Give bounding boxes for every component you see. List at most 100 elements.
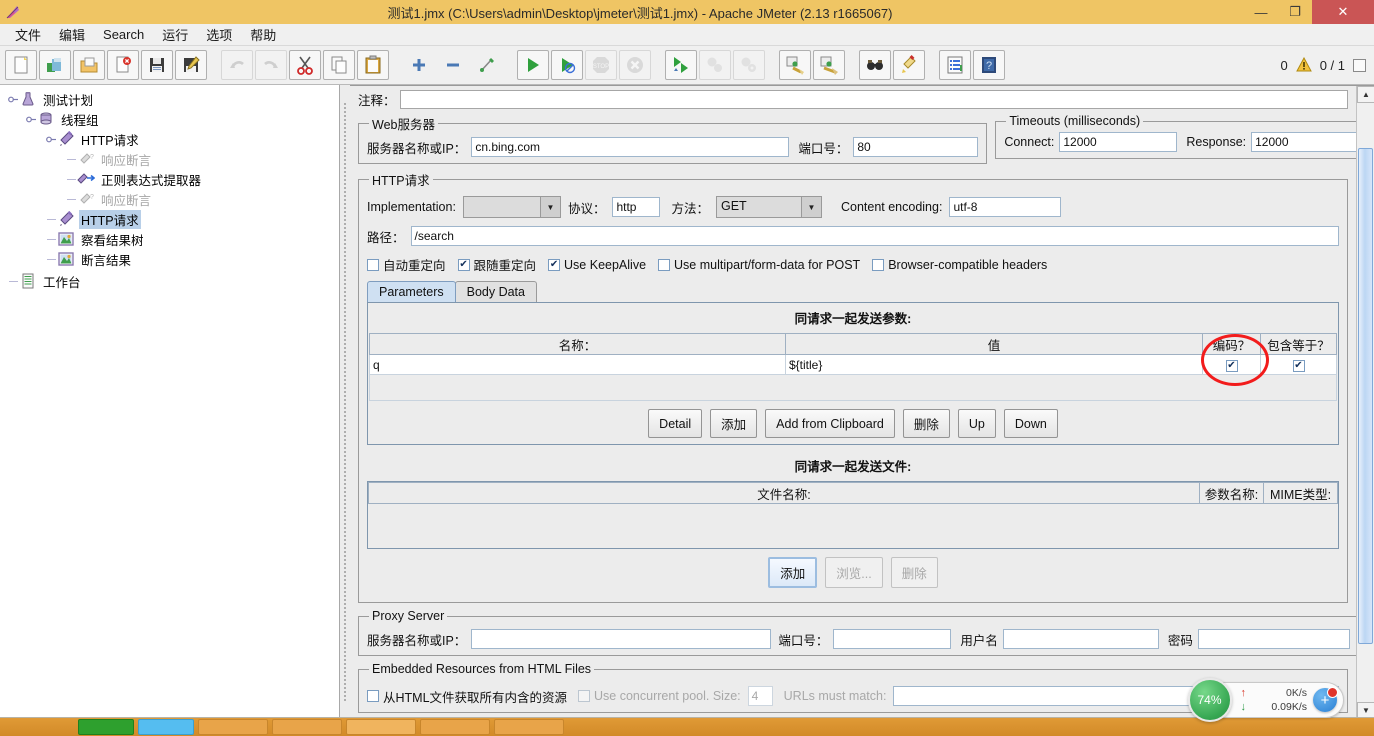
taskbar-item-6[interactable] xyxy=(420,719,490,735)
save-as-icon[interactable] xyxy=(175,50,207,80)
taskbar-start-icon[interactable] xyxy=(40,719,74,735)
cpu-percent-badge[interactable]: 74% xyxy=(1187,678,1232,722)
tree-node-view-results-tree[interactable]: 察看结果树 xyxy=(6,229,339,249)
tree-node-regex-extractor[interactable]: 正则表达式提取器 xyxy=(6,169,339,189)
comment-input[interactable] xyxy=(399,90,1348,109)
file-add-button[interactable]: 添加 xyxy=(768,557,818,588)
col-header-filename[interactable]: 文件名称: xyxy=(368,482,1200,504)
use-multipart-checkbox[interactable]: Use multipart/form-data for POST xyxy=(658,258,860,272)
tree-node-thread-group[interactable]: 线程组 xyxy=(6,109,339,129)
server-name-input[interactable]: cn.bing.com xyxy=(471,137,790,157)
use-keepalive-checkbox[interactable]: ✔ Use KeepAlive xyxy=(548,258,646,272)
copy-icon[interactable] xyxy=(323,50,355,80)
expander-icon[interactable] xyxy=(8,94,19,105)
save-icon[interactable] xyxy=(141,50,173,80)
taskbar-item-7[interactable] xyxy=(494,719,564,735)
col-header-encode[interactable]: 编码？ xyxy=(1202,333,1261,355)
search-reset-icon[interactable] xyxy=(893,50,925,80)
remote-start-all-icon[interactable] xyxy=(665,50,697,80)
warning-triangle-icon[interactable] xyxy=(1295,56,1312,75)
tree-node-workbench[interactable]: 工作台 xyxy=(6,271,339,291)
menu-edit[interactable]: 编辑 xyxy=(50,23,94,46)
menu-file[interactable]: 文件 xyxy=(6,23,50,46)
templates-icon[interactable] xyxy=(39,50,71,80)
help-icon[interactable]: ? xyxy=(973,50,1005,80)
path-input[interactable]: /search xyxy=(410,226,1339,246)
function-helper-icon[interactable] xyxy=(939,50,971,80)
collapse-all-icon[interactable] xyxy=(437,50,469,80)
clear-all-icon[interactable] xyxy=(813,50,845,80)
scroll-up-icon[interactable]: ▲ xyxy=(1357,86,1374,103)
col-header-mimetype[interactable]: MIME类型: xyxy=(1263,482,1338,504)
open-icon[interactable] xyxy=(73,50,105,80)
param-delete-button[interactable]: 删除 xyxy=(902,409,950,438)
taskbar-item-2[interactable] xyxy=(138,719,194,735)
param-add-button[interactable]: 添加 xyxy=(710,409,758,438)
encode-checkbox[interactable]: ✔ xyxy=(1225,360,1238,372)
tree-node-http-request-1[interactable]: HTTP请求 xyxy=(6,129,339,149)
maximize-button[interactable]: ❐ xyxy=(1278,0,1312,24)
col-header-paramname[interactable]: 参数名称: xyxy=(1199,482,1264,504)
search-icon[interactable] xyxy=(859,50,891,80)
parameters-empty-area[interactable] xyxy=(369,375,1337,401)
new-icon[interactable] xyxy=(5,50,37,80)
tab-body-data[interactable]: Body Data xyxy=(454,281,537,302)
implementation-select[interactable]: ▼ xyxy=(462,196,561,218)
taskbar-item-jmeter[interactable] xyxy=(346,719,416,735)
port-input[interactable]: 80 xyxy=(853,137,979,157)
proxy-server-input[interactable] xyxy=(471,629,772,649)
method-select[interactable]: GET ▼ xyxy=(715,196,822,218)
expand-all-icon[interactable] xyxy=(403,50,435,80)
retrieve-embedded-checkbox[interactable]: 从HTML文件获取所有内含的资源 xyxy=(367,687,567,706)
add-widget-button[interactable]: + xyxy=(1313,687,1338,712)
cut-icon[interactable] xyxy=(289,50,321,80)
tree-node-test-plan[interactable]: 测试计划 xyxy=(6,89,339,109)
taskbar-item-1[interactable] xyxy=(78,719,134,735)
network-speed-widget[interactable]: 74% ↑ ↓ 0K/s 0.09K/s + xyxy=(1187,678,1344,722)
menu-run[interactable]: 运行 xyxy=(153,23,197,46)
content-encoding-input[interactable]: utf-8 xyxy=(949,197,1062,217)
taskbar-item-3[interactable] xyxy=(198,719,268,735)
col-header-name[interactable]: 名称： xyxy=(369,333,786,355)
menu-search[interactable]: Search xyxy=(94,25,153,44)
files-empty-area[interactable] xyxy=(368,504,1338,548)
param-up-button[interactable]: Up xyxy=(957,409,996,438)
clear-icon[interactable] xyxy=(779,50,811,80)
scrollbar-thumb[interactable] xyxy=(1358,148,1373,644)
proxy-username-input[interactable] xyxy=(1002,629,1159,649)
param-down-button[interactable]: Down xyxy=(1003,409,1058,438)
cell-param-encode[interactable]: ✔ xyxy=(1202,354,1261,375)
paste-icon[interactable] xyxy=(357,50,389,80)
close-button[interactable]: ✕ xyxy=(1312,0,1374,24)
response-timeout-input[interactable]: 12000 xyxy=(1251,132,1356,152)
pane-splitter[interactable] xyxy=(341,85,349,718)
table-row[interactable]: q ${title} ✔ ✔ xyxy=(369,354,1337,375)
taskbar-item-4[interactable] xyxy=(272,719,342,735)
toggle-icon[interactable] xyxy=(471,50,503,80)
tree-node-response-assertion-1[interactable]: ? 响应断言 xyxy=(6,149,339,169)
editor-vertical-scrollbar[interactable]: ▲ ▼ xyxy=(1356,86,1374,719)
protocol-input[interactable]: http xyxy=(612,197,661,217)
proxy-port-input[interactable] xyxy=(833,629,952,649)
cell-param-value[interactable]: ${title} xyxy=(785,354,1203,375)
follow-redirect-checkbox[interactable]: ✔ 跟随重定向 xyxy=(457,255,536,274)
menu-options[interactable]: 选项 xyxy=(197,23,241,46)
cell-param-include-equals[interactable]: ✔ xyxy=(1260,354,1337,375)
proxy-password-input[interactable] xyxy=(1197,629,1350,649)
tree-node-response-assertion-2[interactable]: ? 响应断言 xyxy=(6,189,339,209)
tab-parameters[interactable]: Parameters xyxy=(367,281,456,302)
start-no-pause-icon[interactable] xyxy=(551,50,583,80)
close-icon[interactable] xyxy=(107,50,139,80)
tree-node-http-request-2[interactable]: HTTP请求 xyxy=(6,209,339,229)
cell-param-name[interactable]: q xyxy=(369,354,786,375)
param-detail-button[interactable]: Detail xyxy=(648,409,703,438)
minimize-button[interactable]: — xyxy=(1244,0,1278,24)
browser-compatible-headers-checkbox[interactable]: Browser-compatible headers xyxy=(872,258,1047,272)
expander-icon[interactable] xyxy=(46,134,57,145)
expander-icon[interactable] xyxy=(26,114,37,125)
include-equals-checkbox[interactable]: ✔ xyxy=(1292,360,1305,372)
col-header-value[interactable]: 值 xyxy=(785,333,1203,355)
start-icon[interactable] xyxy=(517,50,549,80)
tree-node-assertion-results[interactable]: 断言结果 xyxy=(6,249,339,269)
auto-redirect-checkbox[interactable]: 自动重定向 xyxy=(367,255,446,274)
